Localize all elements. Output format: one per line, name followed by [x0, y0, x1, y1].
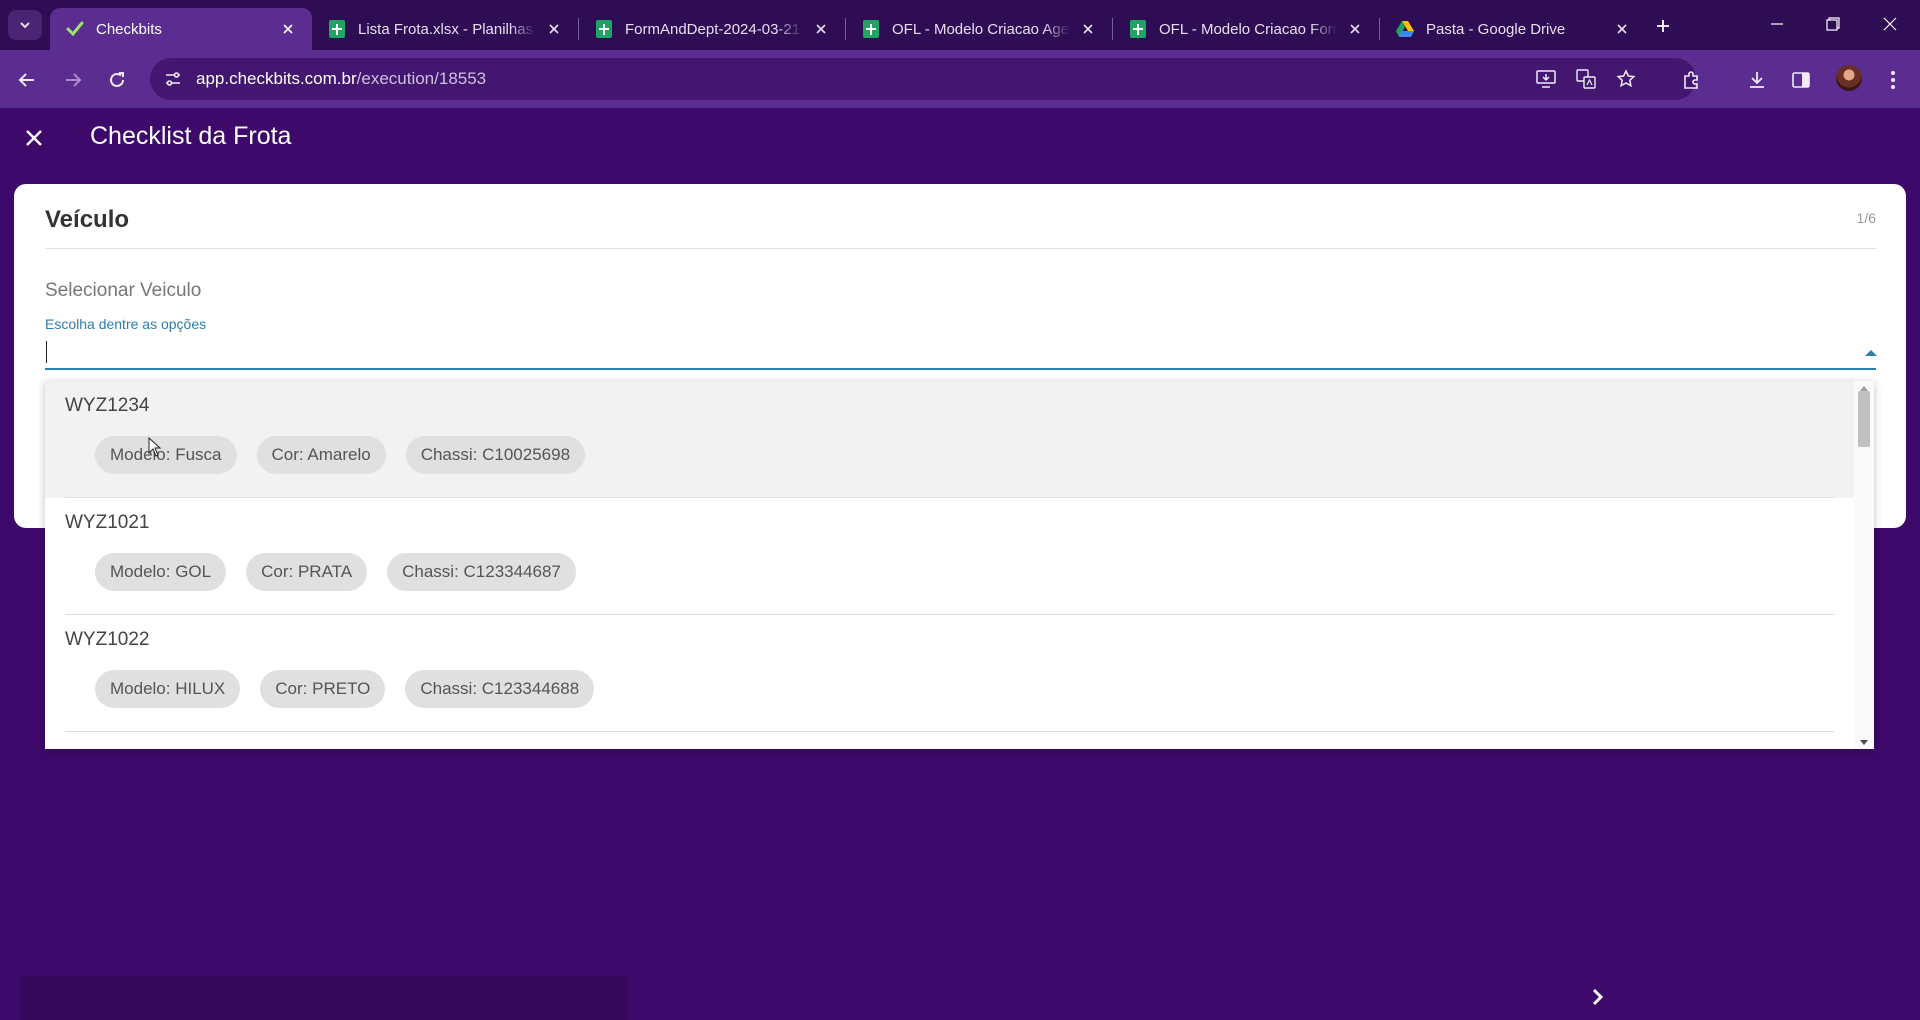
url-host: app.checkbits.com.br: [196, 69, 357, 88]
vehicle-plate: WYZ1234: [65, 395, 150, 416]
field-label: Selecionar Veiculo: [45, 280, 202, 301]
divider: [45, 248, 1876, 249]
scrollbar-thumb[interactable]: [1858, 391, 1870, 447]
list-scrollbar[interactable]: [1854, 381, 1874, 749]
tab-title: FormAndDept-2024-03-21: [625, 20, 801, 38]
download-icon: [1750, 72, 1764, 88]
tab-lista-frota[interactable]: Lista Frota.xlsx - Planilhas Goo: [312, 8, 578, 50]
close-tab-icon[interactable]: [1612, 19, 1632, 39]
close-tab-icon[interactable]: [1078, 19, 1098, 39]
checkbits-favicon: [66, 20, 84, 38]
color-chip: Cor: PRATA: [246, 553, 368, 591]
tab-ofl-agend[interactable]: OFL - Modelo Criacao Agend: [846, 8, 1112, 50]
arrow-left-icon: [18, 73, 34, 87]
vehicle-details: Modelo: Fusca Cor: Amarelo Chassi: C1002…: [95, 436, 586, 474]
vehicle-plate: WYZ1021: [65, 512, 150, 533]
vehicle-plate: WYZ1022: [65, 629, 150, 650]
tab-checkbits[interactable]: Checkbits: [50, 8, 312, 50]
vehicle-option[interactable]: WYZ1022 Modelo: HILUX Cor: PRETO Chassi:…: [45, 615, 1854, 732]
tab-ofl-form[interactable]: OFL - Modelo Criacao Form: [1113, 8, 1379, 50]
forward-button[interactable]: [56, 63, 90, 97]
reload-button[interactable]: [100, 63, 134, 97]
scroll-down-arrow[interactable]: [1854, 735, 1874, 749]
next-step-button[interactable]: [1581, 980, 1615, 1014]
close-icon: [1883, 17, 1897, 31]
restore-icon: [1826, 17, 1840, 31]
vehicle-details: Modelo: HILUX Cor: PRETO Chassi: C123344…: [95, 670, 595, 708]
chevron-right-icon: [1592, 988, 1604, 1006]
puzzle-icon: [1684, 71, 1698, 89]
reload-icon: [110, 72, 124, 87]
model-chip: Modelo: GOL: [95, 553, 227, 591]
close-tab-icon[interactable]: [544, 19, 564, 39]
page-title: Checklist da Frota: [90, 122, 292, 150]
drive-icon: [1396, 20, 1414, 38]
tab-google-drive[interactable]: Pasta - Google Drive: [1380, 8, 1646, 50]
vehicle-options-list: WYZ1234 Modelo: Fusca Cor: Amarelo Chass…: [45, 381, 1874, 749]
plus-icon: [1657, 20, 1669, 32]
close-tab-icon[interactable]: [278, 19, 298, 39]
minimize-icon: [1771, 23, 1783, 25]
sheets-icon: [595, 20, 613, 38]
browser-tab-strip: Checkbits Lista Frota.xlsx - Planilhas G…: [0, 0, 1920, 50]
vehicle-option[interactable]: WYZ1234 Modelo: Fusca Cor: Amarelo Chass…: [45, 381, 1854, 498]
close-icon: [26, 130, 42, 146]
minimize-button[interactable]: [1757, 6, 1797, 42]
tab-title: Pasta - Google Drive: [1426, 20, 1566, 38]
bookmark-star-icon[interactable]: [1614, 67, 1638, 91]
profile-avatar[interactable]: [1836, 65, 1862, 91]
tab-formanddept[interactable]: FormAndDept-2024-03-21: [579, 8, 845, 50]
step-counter: 1/6: [1856, 210, 1876, 226]
restore-button[interactable]: [1813, 6, 1853, 42]
model-chip: Modelo: Fusca: [95, 436, 237, 474]
mouse-pointer-icon: [148, 436, 162, 462]
back-button[interactable]: [10, 63, 44, 97]
sheets-icon: [862, 20, 880, 38]
model-chip: Modelo: HILUX: [95, 670, 241, 708]
kebab-menu-icon: [1891, 71, 1895, 89]
text-caret: [46, 341, 47, 363]
color-chip: Cor: PRETO: [260, 670, 386, 708]
site-info-icon[interactable]: [162, 68, 184, 90]
tab-title: Lista Frota.xlsx - Planilhas Goo: [358, 20, 536, 38]
close-tab-icon[interactable]: [1345, 19, 1365, 39]
section-title: Veículo: [45, 206, 130, 233]
dropdown-toggle[interactable]: [1862, 344, 1880, 362]
install-app-icon[interactable]: [1534, 67, 1558, 91]
tab-title: Checkbits: [96, 20, 162, 38]
chevron-down-icon: [20, 22, 30, 29]
side-panel-icon: [1792, 72, 1810, 88]
browser-toolbar: app.checkbits.com.br/execution/18553: [0, 50, 1920, 108]
vehicle-option[interactable]: WYZ1021 Modelo: GOL Cor: PRATA Chassi: C…: [45, 498, 1854, 615]
sheets-icon: [328, 20, 346, 38]
close-checklist-button[interactable]: [18, 122, 50, 154]
url-path: /execution/18553: [356, 69, 487, 88]
progress-bar: [20, 976, 628, 1020]
close-tab-icon[interactable]: [811, 19, 831, 39]
sheets-icon: [1129, 20, 1147, 38]
new-tab-button[interactable]: [1649, 12, 1677, 40]
chassis-chip: Chassi: C123344687: [387, 553, 576, 591]
close-window-button[interactable]: [1870, 6, 1910, 42]
tab-title: OFL - Modelo Criacao Form: [1159, 20, 1337, 38]
caret-up-icon: [1865, 350, 1877, 356]
url-text: app.checkbits.com.br/execution/18553: [196, 69, 486, 89]
side-panel-button[interactable]: [1784, 63, 1818, 97]
vehicle-select-input[interactable]: [45, 336, 1876, 370]
vehicle-details: Modelo: GOL Cor: PRATA Chassi: C12334468…: [95, 553, 576, 591]
app-header: Checklist da Frota: [0, 108, 1920, 168]
tab-search-button[interactable]: [8, 10, 42, 40]
chassis-chip: Chassi: C123344688: [405, 670, 595, 708]
extensions-button[interactable]: [1675, 63, 1709, 97]
field-hint: Escolha dentre as opções: [45, 316, 207, 332]
address-bar[interactable]: app.checkbits.com.br/execution/18553: [150, 58, 1696, 100]
translate-icon[interactable]: [1574, 67, 1598, 91]
chassis-chip: Chassi: C10025698: [405, 436, 586, 474]
arrow-right-icon: [66, 73, 82, 87]
tab-title: OFL - Modelo Criacao Agend: [892, 20, 1070, 38]
downloads-button[interactable]: [1740, 63, 1774, 97]
browser-menu-button[interactable]: [1876, 63, 1910, 97]
color-chip: Cor: Amarelo: [256, 436, 386, 474]
